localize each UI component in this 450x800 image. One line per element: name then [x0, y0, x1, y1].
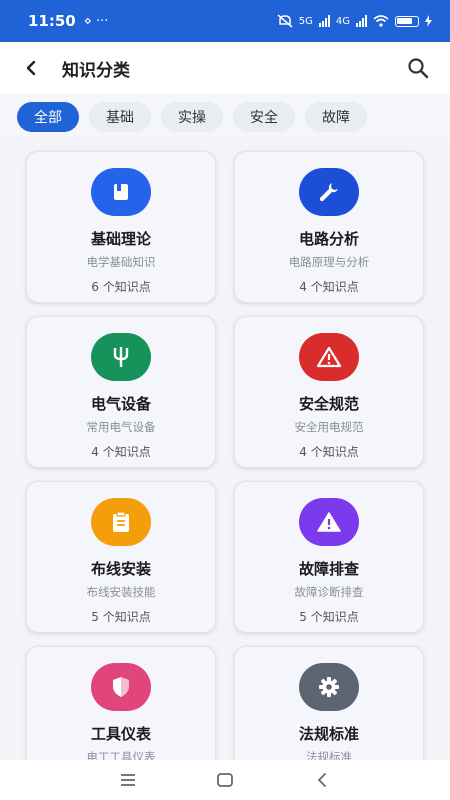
status-time: 11:50 — [28, 12, 76, 30]
category-card-basic-theory[interactable]: 基础理论 电学基础知识 6 个知识点 — [26, 151, 216, 303]
card-icon-circle — [91, 168, 151, 216]
category-card-electrical-equipment[interactable]: 电气设备 常用电气设备 4 个知识点 — [26, 316, 216, 468]
card-count: 5 个知识点 — [91, 610, 151, 624]
back-button[interactable] — [0, 42, 62, 94]
battery-icon — [395, 15, 419, 27]
card-title: 安全规范 — [298, 395, 359, 413]
recent-apps-button[interactable] — [108, 765, 148, 795]
category-filter-chips: 全部 基础 实操 安全 故障 — [0, 94, 450, 140]
card-icon-circle — [299, 168, 359, 216]
signal-icon — [318, 15, 330, 27]
card-count: 4 个知识点 — [299, 445, 359, 459]
signal-icon-2 — [356, 15, 367, 27]
card-title: 法规标准 — [298, 725, 359, 743]
wifi-icon — [373, 15, 389, 27]
category-card-tools-instruments[interactable]: 工具仪表 电工工具仪表 — [26, 646, 216, 760]
card-subtitle: 故障诊断排查 — [294, 585, 364, 599]
card-icon-circle — [299, 333, 359, 381]
book-icon — [114, 184, 128, 200]
card-subtitle: 电路原理与分析 — [288, 255, 370, 269]
card-icon-circle — [91, 663, 151, 711]
card-count: 6 个知识点 — [91, 280, 151, 294]
card-title: 故障排查 — [298, 560, 359, 578]
chip-all[interactable]: 全部 — [17, 102, 79, 132]
warning-icon — [317, 512, 341, 532]
status-bar: 11:50 ⋄ ··· 5G 4G — [0, 0, 450, 42]
card-subtitle: 电学基础知识 — [86, 255, 156, 269]
system-back-button[interactable] — [302, 765, 342, 795]
search-icon — [408, 58, 429, 79]
card-title: 电路分析 — [298, 230, 359, 248]
wrench-icon — [319, 183, 338, 202]
card-subtitle: 布线安装技能 — [86, 585, 156, 599]
mute-icon — [277, 14, 293, 28]
status-icons: 5G 4G — [277, 14, 432, 28]
card-icon-circle — [91, 498, 151, 546]
search-button[interactable] — [404, 54, 432, 82]
chevron-left-icon — [26, 60, 36, 76]
card-icon-circle — [91, 333, 151, 381]
chip-safety[interactable]: 安全 — [233, 102, 295, 132]
page-title: 知识分类 — [62, 60, 130, 81]
card-title: 工具仪表 — [90, 725, 151, 743]
chip-practice[interactable]: 实操 — [161, 102, 223, 132]
menu-icon — [121, 774, 136, 786]
card-icon-circle — [299, 663, 359, 711]
category-grid: 基础理论 电学基础知识 6 个知识点 电路分析 电路原理与分析 4 个知识点 电… — [0, 140, 450, 760]
charging-icon — [425, 15, 432, 27]
status-left: 11:50 ⋄ ··· — [28, 12, 108, 30]
card-subtitle: 安全用电规范 — [294, 420, 364, 434]
home-button[interactable] — [205, 765, 245, 795]
clipboard-icon — [113, 511, 129, 532]
app-bar: 知识分类 — [0, 42, 450, 94]
category-card-regulations-standards[interactable]: 法规标准 法规标准 — [234, 646, 424, 760]
card-count: 4 个知识点 — [299, 280, 359, 294]
chevron-left-icon — [317, 773, 326, 787]
network-4g-label: 4G — [335, 15, 350, 27]
warning-icon — [316, 346, 342, 368]
home-square-icon — [217, 773, 233, 787]
card-title: 基础理论 — [90, 230, 151, 248]
category-card-circuit-analysis[interactable]: 电路分析 电路原理与分析 4 个知识点 — [234, 151, 424, 303]
card-subtitle: 常用电气设备 — [86, 420, 156, 434]
card-count: 5 个知识点 — [299, 610, 359, 624]
shield-icon — [113, 677, 129, 697]
card-icon-circle — [299, 498, 359, 546]
status-extra: ⋄ ··· — [83, 13, 109, 29]
plug-icon — [113, 347, 129, 367]
card-count: 4 个知识点 — [91, 445, 151, 459]
category-card-wiring-installation[interactable]: 布线安装 布线安装技能 5 个知识点 — [26, 481, 216, 633]
gear-icon — [319, 677, 339, 697]
network-5g-label: 5G — [298, 15, 313, 27]
system-nav-bar — [0, 760, 450, 800]
category-card-troubleshooting[interactable]: 故障排查 故障诊断排查 5 个知识点 — [234, 481, 424, 633]
card-subtitle: 电工工具仪表 — [86, 750, 156, 760]
card-subtitle: 法规标准 — [306, 750, 352, 760]
chip-fault[interactable]: 故障 — [305, 102, 367, 132]
card-title: 电气设备 — [90, 395, 151, 413]
chip-basic[interactable]: 基础 — [89, 102, 151, 132]
category-card-safety-rules[interactable]: 安全规范 安全用电规范 4 个知识点 — [234, 316, 424, 468]
card-title: 布线安装 — [90, 560, 151, 578]
